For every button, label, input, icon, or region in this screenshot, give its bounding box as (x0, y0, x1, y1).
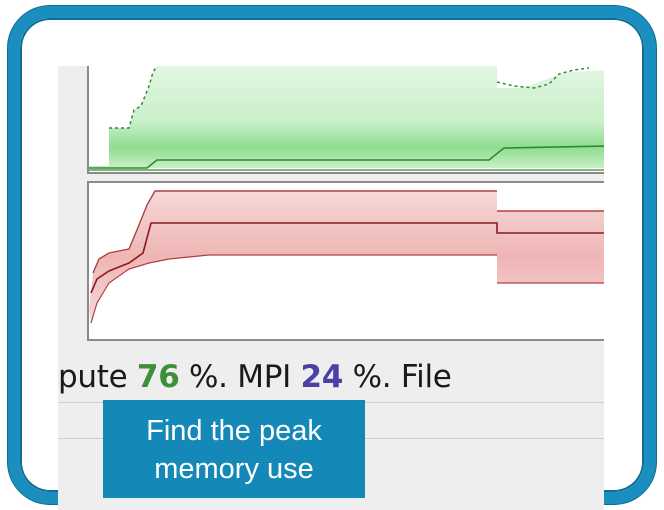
summary-prefix: pute (58, 359, 137, 395)
mpi-percent-value: 24 (300, 359, 344, 395)
mpi-activity-graph[interactable] (87, 181, 604, 341)
memory-usage-graph[interactable] (87, 66, 604, 174)
memory-range-area (89, 66, 604, 168)
compute-percent-value: 76 (136, 359, 180, 395)
time-breakdown-summary: pute 76 %. MPI 24 %. File (58, 352, 604, 402)
mpi-graph-svg (89, 190, 604, 324)
summary-mpi-label: %. MPI (179, 359, 301, 395)
memory-graph-svg (89, 66, 604, 171)
instruction-caption: Find the peak memory use (103, 400, 365, 498)
summary-file-label: %. File (343, 359, 452, 395)
